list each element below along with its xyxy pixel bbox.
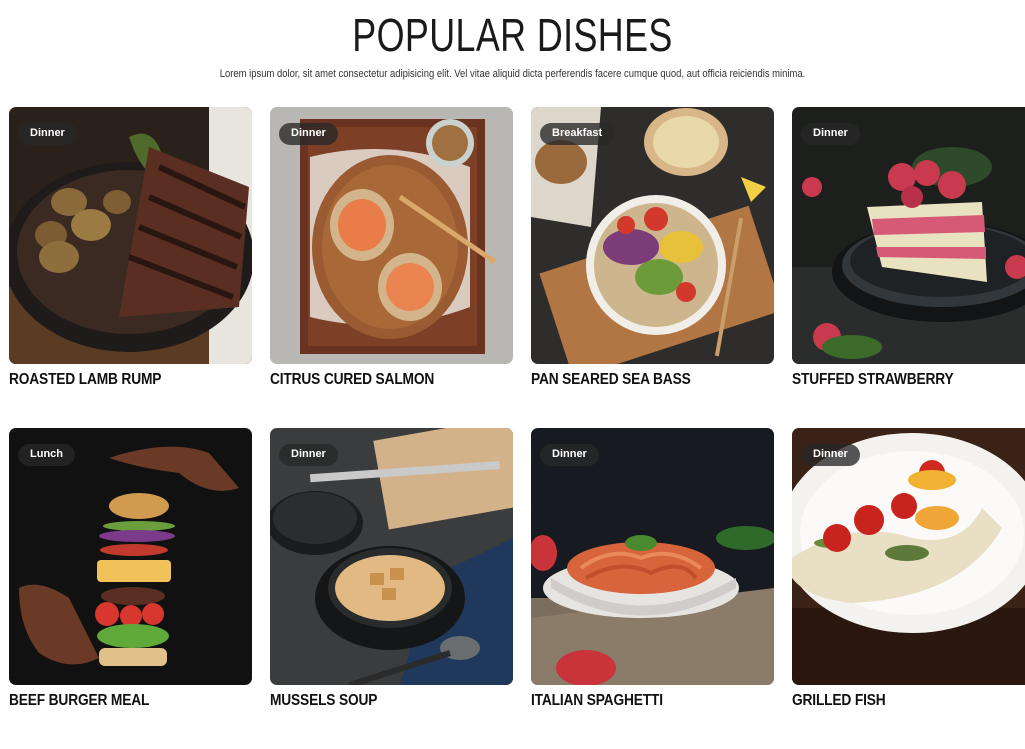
dish-name[interactable]: ITALIAN SPAGHETTI: [531, 692, 740, 710]
dish-card[interactable]: Dinner STUFFED STRAWBERRY: [792, 107, 1025, 428]
dish-name[interactable]: ROASTED LAMB RUMP: [9, 371, 218, 389]
dish-name[interactable]: PAN SEARED SEA BASS: [531, 371, 740, 389]
category-badge: Dinner: [801, 444, 860, 466]
dish-image[interactable]: Lunch: [9, 428, 252, 685]
spaghetti-plate-photo: [531, 428, 774, 685]
category-badge: Lunch: [18, 444, 75, 466]
dish-image[interactable]: Breakfast: [531, 107, 774, 364]
floating-burger-photo: [9, 428, 252, 685]
dishes-grid: Dinner ROASTED LAMB RUMP Dinner CITRUS C…: [9, 107, 1025, 749]
salmon-toast-photo: [270, 107, 513, 364]
dish-name[interactable]: GRILLED FISH: [792, 692, 1001, 710]
dish-name[interactable]: BEEF BURGER MEAL: [9, 692, 218, 710]
category-badge: Dinner: [18, 123, 77, 145]
category-badge: Breakfast: [540, 123, 615, 145]
dish-image[interactable]: Dinner: [9, 107, 252, 364]
dish-image[interactable]: Dinner: [270, 107, 513, 364]
dish-image[interactable]: Dinner: [792, 428, 1025, 685]
dish-image[interactable]: Dinner: [531, 428, 774, 685]
category-badge: Dinner: [279, 444, 338, 466]
dish-card[interactable]: Dinner ITALIAN SPAGHETTI: [531, 428, 774, 749]
lamb-rump-photo: [9, 107, 252, 364]
dish-image[interactable]: Dinner: [792, 107, 1025, 364]
section-subtitle: Lorem ipsum dolor, sit amet consectetur …: [219, 68, 806, 80]
dish-card[interactable]: Dinner ROASTED LAMB RUMP: [9, 107, 252, 428]
category-badge: Dinner: [540, 444, 599, 466]
dish-card[interactable]: Dinner CITRUS CURED SALMON: [270, 107, 513, 428]
strawberry-cake-photo: [792, 107, 1025, 364]
section-title: POPULAR DISHES: [352, 9, 673, 61]
dish-name[interactable]: STUFFED STRAWBERRY: [792, 371, 1001, 389]
category-badge: Dinner: [279, 123, 338, 145]
salad-bowl-photo: [531, 107, 774, 364]
dish-card[interactable]: Breakfast PAN SEARED SEA BASS: [531, 107, 774, 428]
dish-card[interactable]: Dinner MUSSELS SOUP: [270, 428, 513, 749]
category-badge: Dinner: [801, 123, 860, 145]
dish-card[interactable]: Lunch BEEF BURGER MEAL: [9, 428, 252, 749]
grilled-fish-photo: [792, 428, 1025, 685]
dish-card[interactable]: Dinner GRILLED FISH: [792, 428, 1025, 749]
popular-dishes-section: POPULAR DISHES Lorem ipsum dolor, sit am…: [0, 0, 1025, 709]
dish-name[interactable]: CITRUS CURED SALMON: [270, 371, 479, 389]
dish-name[interactable]: MUSSELS SOUP: [270, 692, 479, 710]
dish-image[interactable]: Dinner: [270, 428, 513, 685]
soup-pot-photo: [270, 428, 513, 685]
